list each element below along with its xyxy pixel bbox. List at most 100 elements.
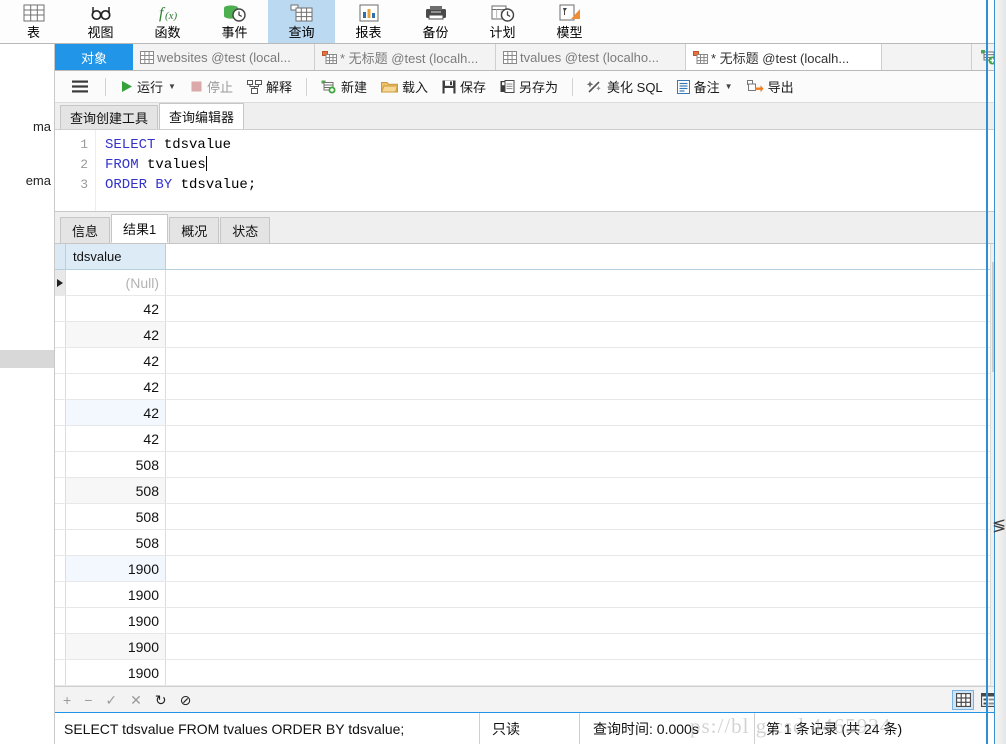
query-tab-icon [322,50,337,64]
table-row[interactable]: 42 [55,374,1006,400]
status-sql-text: SELECT tdsvalue FROM tvalues ORDER BY td… [55,713,480,744]
cell-tdsvalue[interactable]: 508 [66,504,166,529]
cell-tdsvalue[interactable]: 1900 [66,660,166,685]
editor-line-gutter: 1 2 3 [55,130,95,211]
status-bar: SELECT tdsvalue FROM tvalues ORDER BY td… [55,712,1006,744]
grid-header-row: tdsvalue [55,244,1006,270]
tab-untitled-1[interactable]: * 无标题 @test (localh... [315,44,496,70]
table-row[interactable]: 1900 [55,582,1006,608]
tab-profile[interactable]: 概况 [169,217,220,243]
row-marker [55,582,66,607]
ribbon-item-table[interactable]: 表 [0,0,67,43]
cell-tdsvalue[interactable]: 42 [66,348,166,373]
hamburger-menu-button[interactable] [63,76,97,97]
table-row[interactable]: 1900 [55,634,1006,660]
table-row[interactable]: 508 [55,478,1006,504]
line-number: 1 [80,137,88,152]
cell-tdsvalue[interactable]: 42 [66,374,166,399]
tab-status[interactable]: 状态 [220,217,271,243]
table-row[interactable]: 1900 [55,556,1006,582]
tab-websites[interactable]: websites @test (local... [133,44,315,70]
cell-tdsvalue[interactable]: 1900 [66,634,166,659]
cell-tdsvalue[interactable]: 508 [66,530,166,555]
load-button[interactable]: 载入 [375,73,434,100]
text-cursor [205,156,207,171]
tab-result-1[interactable]: 结果1 [111,214,169,243]
cell-tdsvalue[interactable]: 42 [66,322,166,347]
table-row[interactable]: 42 [55,348,1006,374]
delete-row-icon[interactable]: − [84,693,92,707]
ribbon-item-function[interactable]: f (x) 函数 [134,0,201,43]
table-row[interactable]: 508 [55,530,1006,556]
apply-check-icon[interactable]: ✓ [105,693,117,707]
grid-view-button[interactable] [952,690,974,710]
cell-tdsvalue[interactable]: 1900 [66,608,166,633]
ribbon-item-schedule[interactable]: 计划 [469,0,536,43]
editor-code-area[interactable]: SELECT tdsvalue FROM tvalues ORDER BY td… [105,135,256,195]
ribbon-item-model[interactable]: 模型 [536,0,603,43]
ribbon-label: 事件 [221,25,248,40]
beautify-sql-button[interactable]: 美化 SQL [581,73,669,100]
editor-subtabs: 查询创建工具 查询编辑器 [55,103,1006,130]
tab-query-builder[interactable]: 查询创建工具 [60,105,159,129]
toolbar-separator [105,77,106,96]
table-row[interactable]: 508 [55,504,1006,530]
tab-untitled-2[interactable]: * 无标题 @test (localh... [686,44,882,70]
tab-tvalues[interactable]: tvalues @test (localho... [496,44,686,70]
tab-info[interactable]: 信息 [60,217,111,243]
refresh-icon[interactable]: ↻ [155,693,167,707]
export-arrow-icon [746,79,764,94]
cell-tdsvalue[interactable]: 1900 [66,556,166,581]
note-button[interactable]: 备注 ▼ [671,73,739,100]
ribbon-item-backup[interactable]: 备份 [402,0,469,43]
table-row[interactable]: 42 [55,400,1006,426]
stop-ban-icon[interactable]: ⊘ [180,693,192,707]
table-row[interactable]: (Null) [55,270,1006,296]
tab-label: tvalues @test (localho... [520,49,659,65]
column-header-tdsvalue[interactable]: tdsvalue [66,244,166,269]
table-row[interactable]: 1900 [55,660,1006,686]
cell-tdsvalue[interactable]: 42 [66,400,166,425]
cancel-cross-icon[interactable]: ✕ [130,693,142,707]
function-fx-icon: f (x) [155,1,181,25]
table-row[interactable]: 1900 [55,608,1006,634]
table-row[interactable]: 42 [55,426,1006,452]
tab-objects[interactable]: 对象 [55,44,133,70]
save-button[interactable]: 保存 [436,73,492,100]
cell-tdsvalue[interactable]: 508 [66,478,166,503]
table-row[interactable]: 42 [55,296,1006,322]
export-button[interactable]: 导出 [741,73,800,100]
cell-tdsvalue[interactable]: 42 [66,296,166,321]
svg-text:(x): (x) [165,10,178,22]
cell-tdsvalue[interactable]: 42 [66,426,166,451]
table-row[interactable]: 508 [55,452,1006,478]
explain-button[interactable]: 解释 [241,73,298,100]
cell-tdsvalue[interactable]: 508 [66,452,166,477]
chevron-down-icon[interactable]: ▼ [725,82,733,91]
add-row-icon[interactable]: + [63,693,71,707]
sql-editor[interactable]: 1 2 3 SELECT tdsvalue FROM tvalues ORDER… [55,130,1006,212]
cell-tdsvalue[interactable]: 1900 [66,582,166,607]
run-button[interactable]: 运行 ▼ [114,73,182,100]
tab-label: * 无标题 @test (localh... [340,50,479,66]
result-grid[interactable]: tdsvalue (Null) 42 42 42 42 42 42 508 50… [55,244,1006,686]
save-as-button[interactable]: 另存为 [494,73,564,100]
toolbar-separator [572,77,574,96]
row-marker [55,426,66,451]
ribbon-item-event[interactable]: 事件 [201,0,268,43]
row-marker [55,660,66,685]
tab-query-editor[interactable]: 查询编辑器 [159,103,245,129]
new-button[interactable]: 新建 [315,73,373,100]
left-sidebar-cutoff: ma ema [0,0,55,744]
chevron-down-icon[interactable]: ▼ [168,82,176,91]
row-marker [55,348,66,373]
cell-tdsvalue[interactable]: (Null) [66,270,166,295]
stop-button[interactable]: 停止 [184,73,239,100]
ribbon-item-query[interactable]: 查询 [268,0,335,43]
note-icon [676,79,690,94]
tab-label: websites @test (local... [157,49,291,65]
ribbon-item-report[interactable]: 报表 [335,0,402,43]
table-row[interactable]: 42 [55,322,1006,348]
ribbon-item-view[interactable]: 视图 [67,0,134,43]
row-marker [55,504,66,529]
